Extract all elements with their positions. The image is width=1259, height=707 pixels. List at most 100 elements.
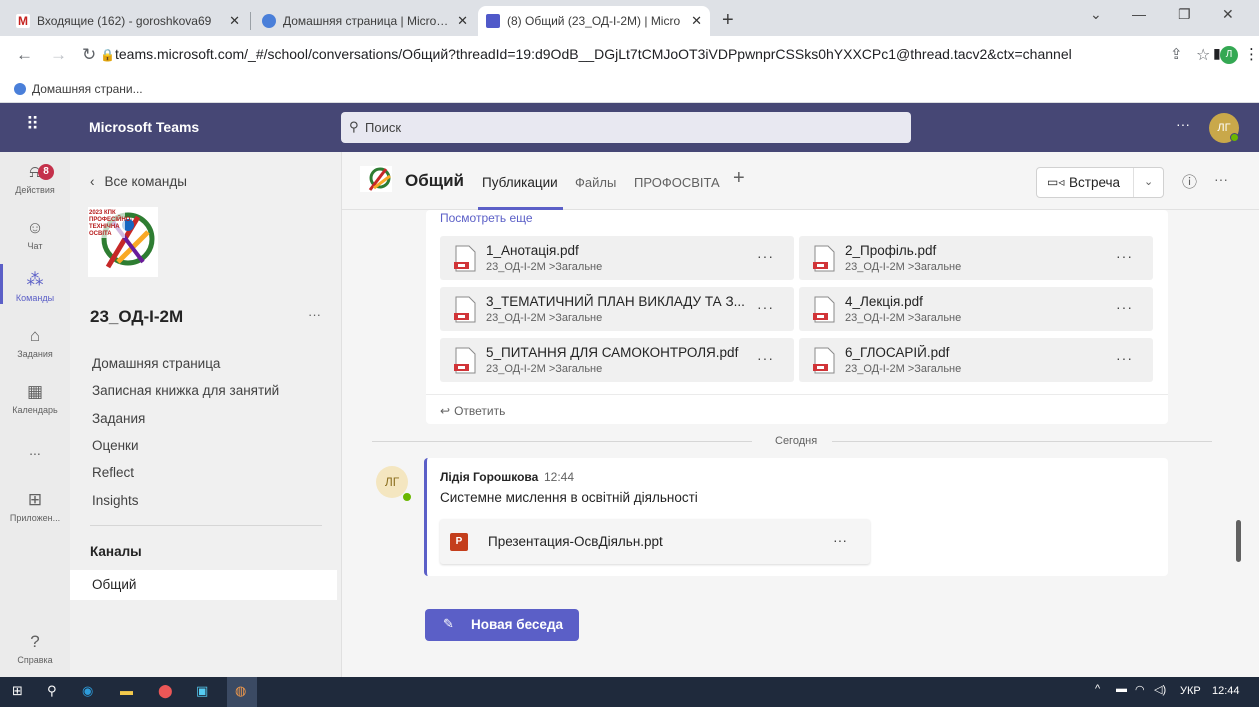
forward-arrow-icon[interactable]: → bbox=[50, 45, 67, 65]
powerpoint-icon: P bbox=[450, 533, 468, 551]
info-icon[interactable]: ⓘ bbox=[1182, 171, 1197, 192]
new-tab-button[interactable]: + bbox=[722, 9, 734, 32]
pdf-file-icon bbox=[454, 245, 476, 272]
language-indicator[interactable]: УКР bbox=[1180, 685, 1201, 697]
chevron-down-icon[interactable]: ⌄ bbox=[1144, 175, 1153, 188]
windows-start-icon[interactable]: ⊞ bbox=[12, 683, 23, 699]
new-conversation-button[interactable]: ✎ Новая беседа bbox=[425, 609, 579, 641]
pdf-file-icon bbox=[813, 245, 835, 272]
browser-tab-microsoft[interactable]: Домашняя страница | Microsoft ✕ bbox=[254, 6, 476, 36]
file-more-icon[interactable]: ··· bbox=[757, 248, 774, 264]
tab-posts[interactable]: Публикации bbox=[482, 175, 558, 190]
profile-avatar[interactable]: Л bbox=[1220, 46, 1238, 64]
file-more-icon[interactable]: ··· bbox=[1116, 299, 1133, 315]
mail-icon[interactable]: ▣ bbox=[196, 683, 208, 699]
file-tile[interactable]: 1_Анотація.pdf 23_ОД-І-2М >Загальне ··· bbox=[440, 236, 794, 280]
app-rail: ⍾ Действия 8 ☺ Чат ⁂ Команды ⌂ Задания ▦… bbox=[0, 152, 70, 677]
attachment-tile[interactable]: P Презентация-ОсвДіяльн.ppt ··· bbox=[440, 519, 870, 564]
file-more-icon[interactable]: ··· bbox=[1116, 350, 1133, 366]
post-time: 12:44 bbox=[544, 470, 575, 484]
tab-profosvita[interactable]: ПРОФОСВІТА bbox=[634, 175, 720, 190]
file-tile[interactable]: 3_ТЕМАТИЧНИЙ ПЛАН ВИКЛАДУ ТА З... 23_ОД-… bbox=[440, 287, 794, 331]
rail-activity[interactable]: ⍾ Действия 8 bbox=[0, 162, 70, 195]
minimize-icon[interactable]: — bbox=[1132, 6, 1146, 22]
teams-icon: ⁂ bbox=[26, 270, 44, 289]
app-launcher-icon[interactable]: ⠿ bbox=[26, 114, 39, 135]
file-more-icon[interactable]: ··· bbox=[757, 299, 774, 315]
bookmark-home[interactable]: Домашняя страни... bbox=[32, 82, 143, 96]
post-card: Лідія Горошкова 12:44 Системне мислення … bbox=[424, 458, 1168, 576]
file-more-icon[interactable]: ··· bbox=[757, 350, 774, 366]
bell-icon: ⍾ bbox=[29, 162, 41, 181]
team-name: 23_ОД-І-2М bbox=[90, 307, 184, 326]
back-to-teams[interactable]: ‹ Все команды bbox=[90, 174, 187, 189]
search-input[interactable]: ⚲ Поиск bbox=[341, 112, 911, 143]
team-more-icon[interactable]: ··· bbox=[308, 307, 321, 322]
meet-button[interactable]: ▭◃ Встреча ⌄ bbox=[1036, 167, 1164, 198]
app-name: Microsoft Teams bbox=[89, 119, 200, 135]
rail-help[interactable]: ? Справка bbox=[0, 632, 70, 665]
reply-button[interactable]: ↩ Ответить bbox=[440, 404, 505, 418]
tab-files[interactable]: Файлы bbox=[575, 175, 616, 190]
reload-icon[interactable]: ↻ bbox=[82, 45, 96, 65]
nav-insights[interactable]: Insights bbox=[92, 493, 139, 508]
nav-notebook[interactable]: Записная книжка для занятий bbox=[92, 383, 279, 398]
team-logo: 2023 КПК ПРОФЕСІЙНО-ТЕХНІЧНА ОСВІТА bbox=[88, 207, 158, 277]
nav-grades[interactable]: Оценки bbox=[92, 438, 139, 453]
close-tab-icon[interactable]: ✕ bbox=[229, 13, 240, 29]
office-icon[interactable]: ⬤ bbox=[158, 683, 173, 699]
tab-search-icon[interactable]: ⌄ bbox=[1090, 6, 1102, 23]
maximize-icon[interactable]: ❐ bbox=[1178, 6, 1191, 23]
url-field[interactable]: teams.microsoft.com/_#/school/conversati… bbox=[115, 46, 1072, 62]
tab-separator bbox=[250, 12, 251, 30]
rail-apps[interactable]: ⊞ Приложен... bbox=[0, 490, 70, 523]
close-tab-icon[interactable]: ✕ bbox=[457, 13, 468, 29]
see-more-link[interactable]: Посмотреть еще bbox=[440, 211, 533, 225]
channel-team-logo bbox=[360, 166, 392, 192]
file-tile[interactable]: 5_ПИТАННЯ ДЛЯ САМОКОНТРОЛЯ.pdf 23_ОД-І-2… bbox=[440, 338, 794, 382]
battery-icon[interactable]: ▬ bbox=[1116, 683, 1127, 695]
browser-menu-icon[interactable]: ⋮ bbox=[1244, 45, 1259, 63]
channel-title: Общий bbox=[405, 171, 464, 190]
rail-calendar[interactable]: ▦ Календарь bbox=[0, 382, 70, 415]
channel-more-icon[interactable]: ··· bbox=[1214, 171, 1228, 187]
bookmark-star-icon[interactable]: ☆ bbox=[1196, 45, 1210, 65]
file-tile[interactable]: 6_ГЛОСАРІЙ.pdf 23_ОД-І-2М >Загальне ··· bbox=[799, 338, 1153, 382]
share-icon[interactable]: ⇪ bbox=[1170, 45, 1183, 63]
lock-icon[interactable]: 🔒 bbox=[100, 48, 115, 62]
microsoft-home-icon bbox=[262, 14, 276, 28]
file-explorer-icon[interactable]: ▬ bbox=[120, 683, 133, 698]
close-window-icon[interactable]: ✕ bbox=[1222, 6, 1234, 23]
nav-home[interactable]: Домашняя страница bbox=[92, 356, 220, 371]
active-indicator bbox=[0, 264, 3, 304]
back-arrow-icon[interactable]: ← bbox=[16, 45, 33, 65]
teams-tab-icon bbox=[486, 14, 500, 28]
nav-reflect[interactable]: Reflect bbox=[92, 465, 134, 480]
rail-more[interactable]: ... bbox=[0, 442, 70, 458]
file-tile[interactable]: 4_Лекція.pdf 23_ОД-І-2М >Загальне ··· bbox=[799, 287, 1153, 331]
nav-assignments[interactable]: Задания bbox=[92, 411, 145, 426]
wifi-icon[interactable]: ◠ bbox=[1135, 683, 1145, 696]
chrome-icon[interactable]: ◍ bbox=[235, 683, 246, 699]
add-tab-icon[interactable]: + bbox=[733, 167, 745, 190]
tray-chevron-icon[interactable]: ^ bbox=[1095, 683, 1100, 695]
rail-assignments[interactable]: ⌂ Задания bbox=[0, 326, 70, 359]
header-more-icon[interactable]: ··· bbox=[1176, 116, 1190, 132]
browser-tab-gmail[interactable]: M Входящие (162) - goroshkova69 ✕ bbox=[8, 6, 248, 36]
browser-tab-teams[interactable]: (8) Общий (23_ОД-І-2М) | Micro ✕ bbox=[478, 6, 710, 36]
file-more-icon[interactable]: ··· bbox=[1116, 248, 1133, 264]
search-icon[interactable]: ⚲ bbox=[47, 683, 57, 699]
volume-icon[interactable]: ◁) bbox=[1154, 683, 1166, 696]
edge-icon[interactable]: ◉ bbox=[82, 683, 93, 699]
clock[interactable]: 12:44 bbox=[1212, 685, 1240, 697]
attachment-more-icon[interactable]: ··· bbox=[833, 532, 847, 548]
close-tab-icon[interactable]: ✕ bbox=[691, 13, 702, 29]
channel-item-general[interactable]: Общий bbox=[70, 570, 337, 600]
scrollbar-thumb[interactable] bbox=[1236, 520, 1241, 562]
rail-chat[interactable]: ☺ Чат bbox=[0, 218, 70, 251]
rail-teams[interactable]: ⁂ Команды bbox=[0, 264, 70, 304]
file-tile[interactable]: 2_Профіль.pdf 23_ОД-І-2М >Загальне ··· bbox=[799, 236, 1153, 280]
presence-badge bbox=[1230, 133, 1239, 142]
channel-header: Общий Публикации Файлы ПРОФОСВІТА + ▭◃ В… bbox=[342, 152, 1259, 210]
address-bar: ← → ↻ 🔒 teams.microsoft.com/_#/school/co… bbox=[0, 36, 1259, 76]
